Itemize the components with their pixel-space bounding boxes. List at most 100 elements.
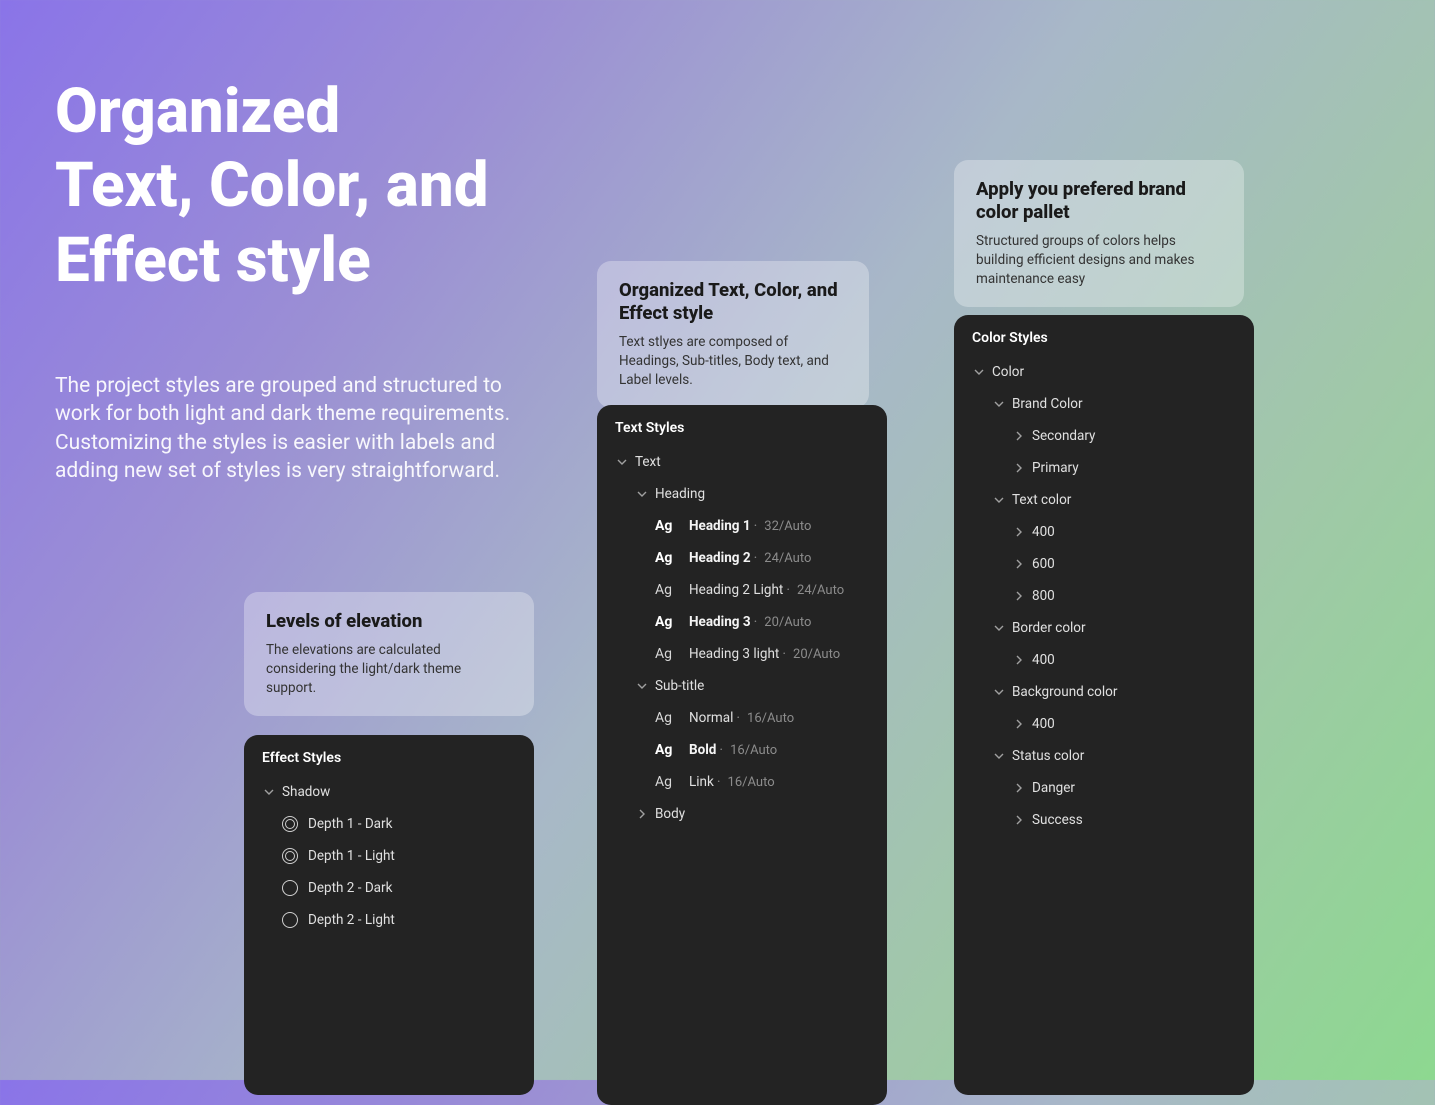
effect-item[interactable]: Depth 2 - Dark	[254, 872, 524, 904]
color-item[interactable]: 400	[964, 708, 1244, 740]
info-card-title: Organized Text, Color, and Effect style	[619, 279, 847, 325]
tree-label: Sub-title	[655, 678, 704, 694]
type-sample-icon: Ag	[655, 518, 681, 534]
tree-group-border-color[interactable]: Border color	[964, 612, 1244, 644]
text-style-item[interactable]: AgLink·16/Auto	[607, 766, 877, 798]
text-style-name: Link	[689, 774, 714, 790]
text-style-meta: 24/Auto	[797, 583, 844, 598]
tree-group-subtitle[interactable]: Sub-title	[607, 670, 877, 702]
info-card-title: Apply you prefered brand color pallet	[976, 178, 1222, 224]
tree-group-background-color[interactable]: Background color	[964, 676, 1244, 708]
text-style-item[interactable]: AgHeading 3 light·20/Auto	[607, 638, 877, 670]
chevron-down-icon	[992, 751, 1006, 761]
text-style-meta: 16/Auto	[747, 711, 794, 726]
tree-group-color[interactable]: Color	[964, 356, 1244, 388]
tree-label: Text	[635, 454, 661, 470]
text-style-item[interactable]: AgBold·16/Auto	[607, 734, 877, 766]
text-style-item[interactable]: AgHeading 3·20/Auto	[607, 606, 877, 638]
tree-label: Text color	[1012, 492, 1071, 508]
chevron-right-icon	[1012, 431, 1026, 441]
text-style-name: Heading 3	[689, 614, 751, 630]
chevron-down-icon	[992, 495, 1006, 505]
color-item[interactable]: Danger	[964, 772, 1244, 804]
tree-label: Border color	[1012, 620, 1086, 636]
chevron-right-icon	[1012, 783, 1026, 793]
info-card-desc: The elevations are calculated considerin…	[266, 641, 512, 698]
color-item[interactable]: Secondary	[964, 420, 1244, 452]
text-style-item[interactable]: AgNormal·16/Auto	[607, 702, 877, 734]
tree-group-heading[interactable]: Heading	[607, 478, 877, 510]
tree-label: Status color	[1012, 748, 1084, 764]
text-style-meta: 16/Auto	[730, 743, 777, 758]
tree-group-text-color[interactable]: Text color	[964, 484, 1244, 516]
effect-item[interactable]: Depth 2 - Light	[254, 904, 524, 936]
type-sample-icon: Ag	[655, 646, 681, 662]
tree-group-text[interactable]: Text	[607, 446, 877, 478]
type-sample-icon: Ag	[655, 742, 681, 758]
tree-label: Shadow	[282, 784, 330, 800]
tree-label: 400	[1032, 716, 1055, 732]
type-sample-icon: Ag	[655, 710, 681, 726]
chevron-down-icon	[262, 787, 276, 797]
info-card-desc: Text stlyes are composed of Headings, Su…	[619, 333, 847, 390]
chevron-right-icon	[1012, 559, 1026, 569]
tree-group-body[interactable]: Body	[607, 798, 877, 830]
text-style-name: Heading 3 light	[689, 646, 779, 662]
hero-description: The project styles are grouped and struc…	[55, 372, 515, 485]
chevron-down-icon	[972, 367, 986, 377]
text-style-name: Heading 1	[689, 518, 751, 534]
tree-label: Brand Color	[1012, 396, 1083, 412]
chevron-down-icon	[992, 399, 1006, 409]
text-style-item[interactable]: AgHeading 1·32/Auto	[607, 510, 877, 542]
tree-label: Primary	[1032, 460, 1079, 476]
tree-label: Color	[992, 364, 1024, 380]
tree-group-status-color[interactable]: Status color	[964, 740, 1244, 772]
chevron-right-icon	[1012, 719, 1026, 729]
type-sample-icon: Ag	[655, 550, 681, 566]
color-item[interactable]: Primary	[964, 452, 1244, 484]
color-item[interactable]: 400	[964, 644, 1244, 676]
chevron-down-icon	[635, 681, 649, 691]
chevron-right-icon	[1012, 463, 1026, 473]
color-item[interactable]: 400	[964, 516, 1244, 548]
shadow-swatch-icon	[282, 912, 298, 928]
text-style-meta: 32/Auto	[764, 519, 811, 534]
hero-line1: Organized	[55, 75, 340, 148]
tree-group-brand-color[interactable]: Brand Color	[964, 388, 1244, 420]
chevron-right-icon	[1012, 655, 1026, 665]
effect-item[interactable]: Depth 1 - Dark	[254, 808, 524, 840]
text-style-name: Bold	[689, 742, 716, 758]
info-card-title: Levels of elevation	[266, 610, 512, 633]
tree-label: Danger	[1032, 780, 1075, 796]
effect-item[interactable]: Depth 1 - Light	[254, 840, 524, 872]
text-style-item[interactable]: AgHeading 2·24/Auto	[607, 542, 877, 574]
text-style-meta: 20/Auto	[793, 647, 840, 662]
text-style-item[interactable]: AgHeading 2 Light·24/Auto	[607, 574, 877, 606]
panel-title: Color Styles	[954, 315, 1254, 356]
hero-title: Organized Text, Color, and Effect style	[55, 75, 489, 298]
chevron-right-icon	[635, 809, 649, 819]
info-card-elevation: Levels of elevation The elevations are c…	[244, 592, 534, 716]
chevron-right-icon	[1012, 591, 1026, 601]
info-card-color: Apply you prefered brand color pallet St…	[954, 160, 1244, 307]
text-style-name: Normal	[689, 710, 733, 726]
tree-label: 600	[1032, 556, 1055, 572]
tree-label: Depth 1 - Light	[308, 848, 395, 864]
panel-title: Text Styles	[597, 405, 887, 446]
tree-label: Depth 2 - Light	[308, 912, 395, 928]
chevron-down-icon	[635, 489, 649, 499]
shadow-swatch-icon	[282, 880, 298, 896]
tree-group-shadow[interactable]: Shadow	[254, 776, 524, 808]
shadow-swatch-icon	[282, 848, 298, 864]
text-style-name: Heading 2 Light	[689, 582, 783, 598]
tree-label: Secondary	[1032, 428, 1095, 444]
text-style-meta: 16/Auto	[728, 775, 775, 790]
type-sample-icon: Ag	[655, 582, 681, 598]
color-item[interactable]: 800	[964, 580, 1244, 612]
color-item[interactable]: 600	[964, 548, 1244, 580]
text-style-name: Heading 2	[689, 550, 751, 566]
color-item[interactable]: Success	[964, 804, 1244, 836]
tree-label: 400	[1032, 524, 1055, 540]
text-style-meta: 20/Auto	[764, 615, 811, 630]
chevron-right-icon	[1012, 527, 1026, 537]
